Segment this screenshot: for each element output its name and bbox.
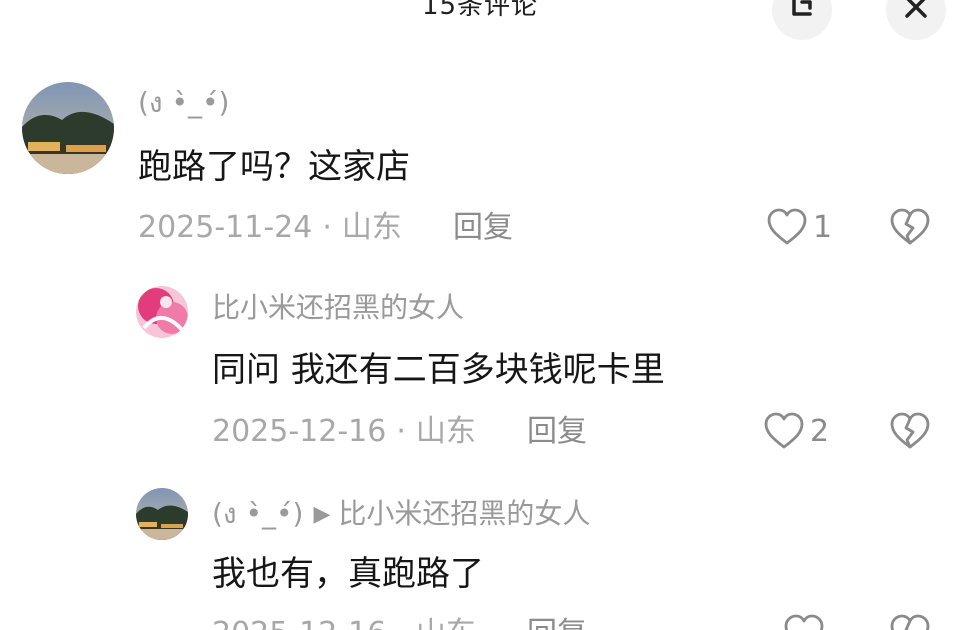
broken-heart-icon <box>890 614 930 630</box>
avatar[interactable] <box>136 286 188 338</box>
heart-icon <box>764 412 804 449</box>
close-button[interactable] <box>886 0 946 40</box>
reply-button[interactable]: 回复 <box>527 412 587 452</box>
meta-separator: · <box>322 210 332 245</box>
reply-to-username[interactable]: 比小米还招黑的女人 <box>338 497 590 530</box>
comment-location: 山东 <box>415 414 476 449</box>
close-icon <box>905 0 927 18</box>
dislike-button[interactable] <box>888 612 932 630</box>
like-button[interactable]: 1 <box>765 206 845 250</box>
reply-button[interactable]: 回复 <box>527 614 587 630</box>
like-button[interactable]: 2 <box>762 410 842 454</box>
comments-panel: 15条评论 (ง •̀_•́) 跑路了吗？这家店 2025-11-24 · 山东… <box>0 0 960 630</box>
like-count: 1 <box>813 210 833 245</box>
comment-date: 2025-12-16 <box>212 616 386 630</box>
broken-heart-icon <box>890 412 930 449</box>
dislike-button[interactable] <box>888 410 932 454</box>
comment-meta: 2025-12-16 · 山东 <box>212 614 476 630</box>
broken-heart-icon <box>890 208 930 245</box>
username[interactable]: (ง •̀_•́) <box>138 85 229 121</box>
expand-icon <box>792 0 812 16</box>
comment-location: 山东 <box>416 616 476 630</box>
comment-text: 跑路了吗？这家店 <box>138 147 410 187</box>
comment-date: 2025-12-16 <box>212 414 387 449</box>
dislike-button[interactable] <box>888 206 932 250</box>
meta-separator: · <box>396 616 406 630</box>
comment-text: 同问 我还有二百多块钱呢卡里 <box>212 350 665 390</box>
reply-header: (ง •̀_•́) ▶ 比小米还招黑的女人 <box>212 496 590 533</box>
like-button[interactable] <box>782 612 826 630</box>
reply-button[interactable]: 回复 <box>453 208 513 248</box>
avatar[interactable] <box>22 82 114 174</box>
reply-arrow-icon: ▶ <box>313 502 331 527</box>
comment-location: 山东 <box>341 210 402 245</box>
avatar[interactable] <box>136 488 188 540</box>
meta-separator: · <box>396 414 406 449</box>
heart-icon <box>767 208 807 245</box>
comment-text: 我也有，真跑路了 <box>212 554 484 594</box>
heart-icon <box>784 614 824 630</box>
comment-meta: 2025-12-16 · 山东 <box>212 412 476 452</box>
expand-button[interactable] <box>772 0 832 40</box>
username[interactable]: 比小米还招黑的女人 <box>212 290 464 326</box>
comment-meta: 2025-11-24 · 山东 <box>138 208 402 248</box>
username[interactable]: (ง •̀_•́) <box>212 497 303 530</box>
comment-date: 2025-11-24 <box>138 210 313 245</box>
like-count: 2 <box>810 414 830 449</box>
